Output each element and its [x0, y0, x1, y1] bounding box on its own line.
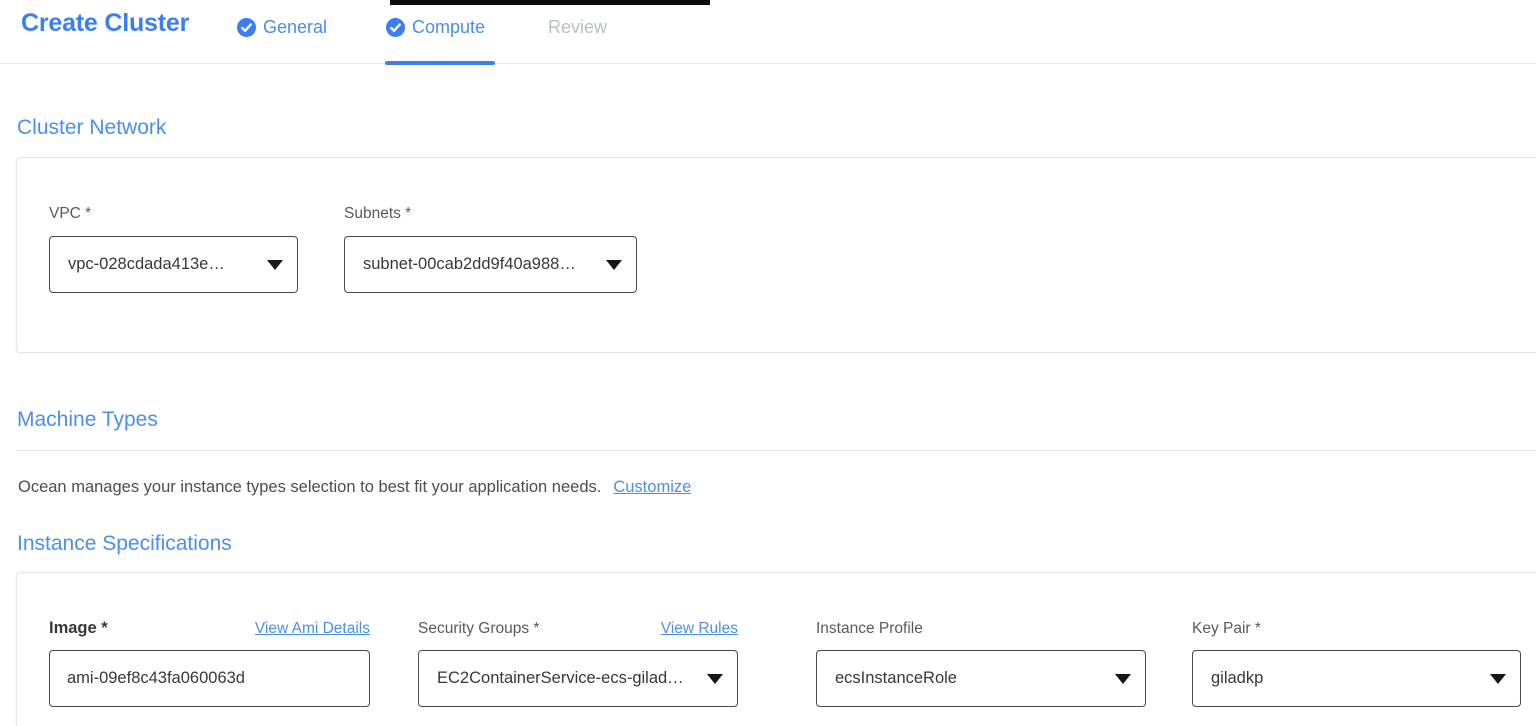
header-divider — [0, 63, 1536, 64]
instance-specifications-heading: Instance Specifications — [17, 532, 232, 556]
key-pair-dropdown[interactable]: giladkp — [1192, 650, 1521, 707]
image-input[interactable] — [49, 650, 370, 707]
create-cluster-page: Create Cluster General Compute Review Cl… — [0, 0, 1536, 726]
instance-specifications-card: Image * View Ami Details Security Groups… — [16, 572, 1536, 726]
machine-types-divider — [16, 450, 1536, 451]
subnets-dropdown[interactable]: subnet-00cab2dd9f40a988… — [344, 236, 637, 293]
machine-types-description: Ocean manages your instance types select… — [18, 478, 691, 497]
check-circle-icon — [386, 18, 405, 37]
active-tab-underline — [385, 61, 495, 65]
subnets-label: Subnets * — [344, 204, 411, 223]
dropdown-caret-icon — [707, 674, 723, 684]
tab-review[interactable]: Review — [548, 17, 607, 38]
tab-general[interactable]: General — [237, 17, 327, 38]
view-ami-details-link[interactable]: View Ami Details — [255, 619, 370, 638]
check-circle-icon — [237, 18, 256, 37]
image-label: Image * — [49, 619, 108, 638]
vpc-dropdown-value: vpc-028cdada413e… — [68, 255, 225, 274]
dropdown-caret-icon — [1115, 674, 1131, 684]
dropdown-caret-icon — [1490, 674, 1506, 684]
top-dark-strip — [390, 0, 710, 5]
key-pair-label: Key Pair * — [1192, 619, 1261, 638]
tab-compute[interactable]: Compute — [386, 17, 485, 38]
instance-profile-dropdown-value: ecsInstanceRole — [835, 669, 957, 688]
cluster-network-card: VPC * vpc-028cdada413e… Subnets * subnet… — [16, 157, 1536, 353]
page-title: Create Cluster — [21, 9, 189, 38]
tab-general-label: General — [263, 17, 327, 38]
tab-review-label: Review — [548, 17, 607, 38]
vpc-dropdown[interactable]: vpc-028cdada413e… — [49, 236, 298, 293]
dropdown-caret-icon — [267, 260, 283, 270]
cluster-network-heading: Cluster Network — [17, 116, 166, 140]
customize-link[interactable]: Customize — [613, 478, 691, 496]
subnets-dropdown-value: subnet-00cab2dd9f40a988… — [363, 255, 576, 274]
vpc-label: VPC * — [49, 204, 91, 223]
instance-profile-dropdown[interactable]: ecsInstanceRole — [816, 650, 1146, 707]
security-groups-dropdown-value: EC2ContainerService-ecs-gilad… — [437, 669, 684, 688]
machine-types-heading: Machine Types — [17, 408, 158, 432]
security-groups-dropdown[interactable]: EC2ContainerService-ecs-gilad… — [418, 650, 738, 707]
machine-types-description-text: Ocean manages your instance types select… — [18, 478, 601, 496]
dropdown-caret-icon — [606, 260, 622, 270]
view-rules-link[interactable]: View Rules — [661, 619, 738, 638]
key-pair-dropdown-value: giladkp — [1211, 669, 1263, 688]
security-groups-label: Security Groups * — [418, 619, 539, 638]
tab-compute-label: Compute — [412, 17, 485, 38]
instance-profile-label: Instance Profile — [816, 619, 923, 638]
